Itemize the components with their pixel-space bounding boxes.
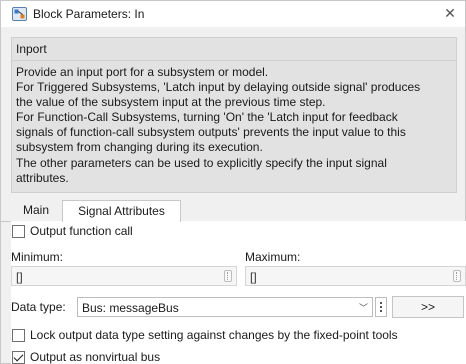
data-type-select[interactable]: Bus: messageBus ﹀ — [77, 297, 373, 317]
description-line: Provide an input port for a subsystem or… — [16, 65, 269, 79]
minimum-input[interactable]: [] — [11, 266, 237, 286]
maximum-input[interactable]: [] — [245, 266, 466, 286]
data-type-value: Bus: messageBus — [82, 301, 179, 315]
description-line: The other parameters can be used to expl… — [16, 155, 387, 170]
description-line: For Function-Call Subsystems, turning 'O… — [16, 110, 398, 125]
output-function-call-label: Output function call — [30, 224, 133, 238]
tab-main[interactable]: Main — [11, 200, 61, 222]
chevron-down-icon: ﹀ — [358, 303, 368, 313]
lock-output-label: Lock output data type setting against ch… — [30, 328, 398, 342]
description-line: For Triggered Subsystems, 'Latch input b… — [16, 80, 421, 95]
close-icon[interactable]: ✕ — [441, 4, 459, 22]
block-description: Provide an input port for a subsystem or… — [16, 65, 452, 186]
output-nonvirtual-bus-checkbox[interactable] — [12, 351, 25, 364]
output-nonvirtual-bus-label: Output as nonvirtual bus — [30, 350, 161, 364]
edit-handle-icon[interactable] — [224, 270, 232, 282]
title-bar[interactable]: Block Parameters: In ✕ — [1, 1, 465, 27]
description-group: Inport Provide an input port for a subsy… — [11, 37, 457, 193]
block-parameters-dialog: Block Parameters: In ✕ Inport Provide an… — [0, 0, 466, 364]
minimum-label: Minimum: — [11, 250, 64, 264]
description-line: the value of the subsystem input at the … — [16, 95, 326, 110]
description-line: attributes. — [16, 170, 69, 185]
edit-handle-icon[interactable] — [453, 270, 461, 282]
data-type-assistant-button[interactable]: >> — [392, 296, 464, 318]
more-options-icon[interactable] — [375, 297, 387, 317]
group-title: Inport — [16, 42, 47, 56]
window-title: Block Parameters: In — [33, 7, 145, 21]
minimum-value: [] — [16, 270, 23, 284]
output-function-call-checkbox[interactable] — [12, 225, 25, 238]
tab-signal-attributes[interactable]: Signal Attributes — [62, 200, 181, 222]
description-line: subsystem from changing during its execu… — [16, 140, 263, 155]
lock-output-checkbox[interactable] — [12, 329, 25, 342]
description-line: signals of function-call subsystem outpu… — [16, 125, 406, 140]
signal-attributes-panel — [11, 221, 466, 364]
maximum-label: Maximum: — [245, 250, 301, 264]
maximum-value: [] — [250, 270, 257, 284]
simulink-block-icon — [12, 7, 27, 21]
group-divider — [12, 60, 456, 61]
data-type-label: Data type: — [11, 300, 66, 314]
